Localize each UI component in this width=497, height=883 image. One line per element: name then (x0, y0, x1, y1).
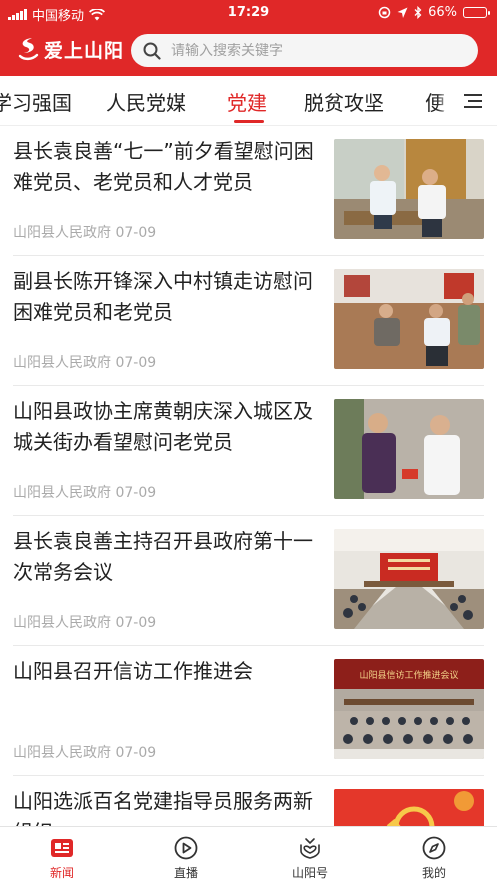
news-list: 县长袁良善“七一”前夕看望慰问困难党员、老党员和人才党员 山阳县人民政府 07-… (0, 126, 497, 826)
news-date: 07-09 (115, 745, 157, 761)
news-date: 07-09 (115, 615, 157, 631)
news-meta: 山阳县人民政府 07-09 (13, 222, 156, 242)
news-source: 山阳县人民政府 (13, 355, 111, 371)
app-header: 中国移动 17:29 66% 爱上山阳 (0, 0, 497, 76)
search-bar[interactable] (131, 34, 478, 67)
party-emblem-photo (334, 789, 484, 826)
category-tabs: 学习强国 人民党媒 党建 脱贫攻坚 便 (0, 76, 497, 126)
list-item[interactable]: 副县长陈开锋深入中村镇走访慰问困难党员和老党员 山阳县人民政府 07-09 (13, 256, 484, 386)
nav-live[interactable]: 直播 (124, 827, 248, 883)
nav-mine-label: 我的 (421, 866, 446, 880)
photo-banner-text: 山阳县信访工作推进会议 (359, 669, 458, 681)
news-thumbnail[interactable] (334, 789, 484, 826)
active-tab-indicator (234, 120, 264, 123)
tab-bian[interactable]: 便 (425, 87, 445, 116)
search-icon (143, 42, 161, 60)
visit-photo (334, 139, 484, 239)
news-title: 山阳选派百名党建指导员服务两新组织 (13, 789, 313, 826)
news-title: 山阳县召开信访工作推进会 (13, 659, 253, 683)
news-title: 县长袁良善“七一”前夕看望慰问困难党员、老党员和人才党员 (13, 139, 314, 194)
news-meta: 山阳县人民政府 07-09 (13, 742, 156, 762)
handshake-photo (334, 399, 484, 499)
heart-hands-icon (300, 838, 320, 859)
battery-percent: 66% (428, 5, 457, 20)
news-source: 山阳县人民政府 (13, 225, 111, 241)
list-item[interactable]: 山阳县政协主席黄朝庆深入城区及城关街办看望慰问老党员 山阳县人民政府 07-09 (13, 386, 484, 516)
logo-mark-icon (18, 38, 39, 61)
menu-icon (464, 94, 482, 108)
tab-dangjian[interactable]: 党建 (227, 87, 267, 116)
news-thumbnail[interactable] (334, 399, 484, 499)
news-icon (51, 839, 73, 857)
news-source: 山阳县人民政府 (13, 745, 111, 761)
list-item[interactable]: 山阳选派百名党建指导员服务两新组织 (13, 776, 484, 826)
list-item[interactable]: 县长袁良善主持召开县政府第十一次常务会议 山阳县人民政府 07-09 (13, 516, 484, 646)
nav-news-label: 新闻 (49, 866, 74, 880)
news-thumbnail[interactable] (334, 139, 484, 239)
app-logo: 爱上山阳 (16, 34, 124, 64)
news-source: 山阳县人民政府 (13, 485, 111, 501)
news-meta: 山阳县人民政府 07-09 (13, 482, 156, 502)
news-meta: 山阳县人民政府 07-09 (13, 352, 156, 372)
search-input[interactable] (171, 42, 451, 59)
tab-renmin[interactable]: 人民党媒 (106, 87, 186, 116)
nav-shanyang-hao-label: 山阳号 (291, 866, 328, 880)
nav-live-label: 直播 (173, 866, 198, 880)
home-visit-photo (334, 269, 484, 369)
nav-news[interactable]: 新闻 (0, 827, 124, 883)
nav-mine[interactable]: 我的 (372, 827, 496, 883)
conference-photo: 山阳县信访工作推进会议 (334, 659, 484, 759)
news-date: 07-09 (115, 225, 157, 241)
tab-xuexi[interactable]: 学习强国 (0, 87, 72, 116)
compass-icon (422, 836, 446, 860)
news-date: 07-09 (115, 355, 157, 371)
news-thumbnail[interactable] (334, 269, 484, 369)
tab-tuopin[interactable]: 脱贫攻坚 (304, 87, 384, 116)
news-title: 县长袁良善主持召开县政府第十一次常务会议 (13, 529, 313, 584)
status-bar: 中国移动 17:29 66% (0, 0, 497, 26)
list-item[interactable]: 县长袁良善“七一”前夕看望慰问困难党员、老党员和人才党员 山阳县人民政府 07-… (13, 126, 484, 256)
news-thumbnail[interactable] (334, 529, 484, 629)
bottom-navigation: 新闻 直播 山阳号 我的 (0, 826, 497, 883)
tab-menu-button[interactable] (449, 76, 497, 125)
bluetooth-icon (414, 6, 422, 19)
battery-icon (463, 7, 490, 18)
news-thumbnail[interactable]: 山阳县信访工作推进会议 (334, 659, 484, 759)
play-icon (174, 836, 198, 860)
orientation-lock-icon (378, 6, 391, 19)
news-title: 副县长陈开锋深入中村镇走访慰问困难党员和老党员 (13, 269, 313, 324)
location-icon (397, 7, 408, 18)
news-title: 山阳县政协主席黄朝庆深入城区及城关街办看望慰问老党员 (13, 399, 313, 454)
meeting-photo (334, 529, 484, 629)
app-name: 爱上山阳 (44, 39, 125, 62)
nav-shanyang-hao[interactable]: 山阳号 (248, 827, 372, 883)
list-item[interactable]: 山阳县召开信访工作推进会 山阳县人民政府 07-09 山阳县信访工作推进会议 (13, 646, 484, 776)
news-source: 山阳县人民政府 (13, 615, 111, 631)
news-date: 07-09 (115, 485, 157, 501)
news-meta: 山阳县人民政府 07-09 (13, 612, 156, 632)
